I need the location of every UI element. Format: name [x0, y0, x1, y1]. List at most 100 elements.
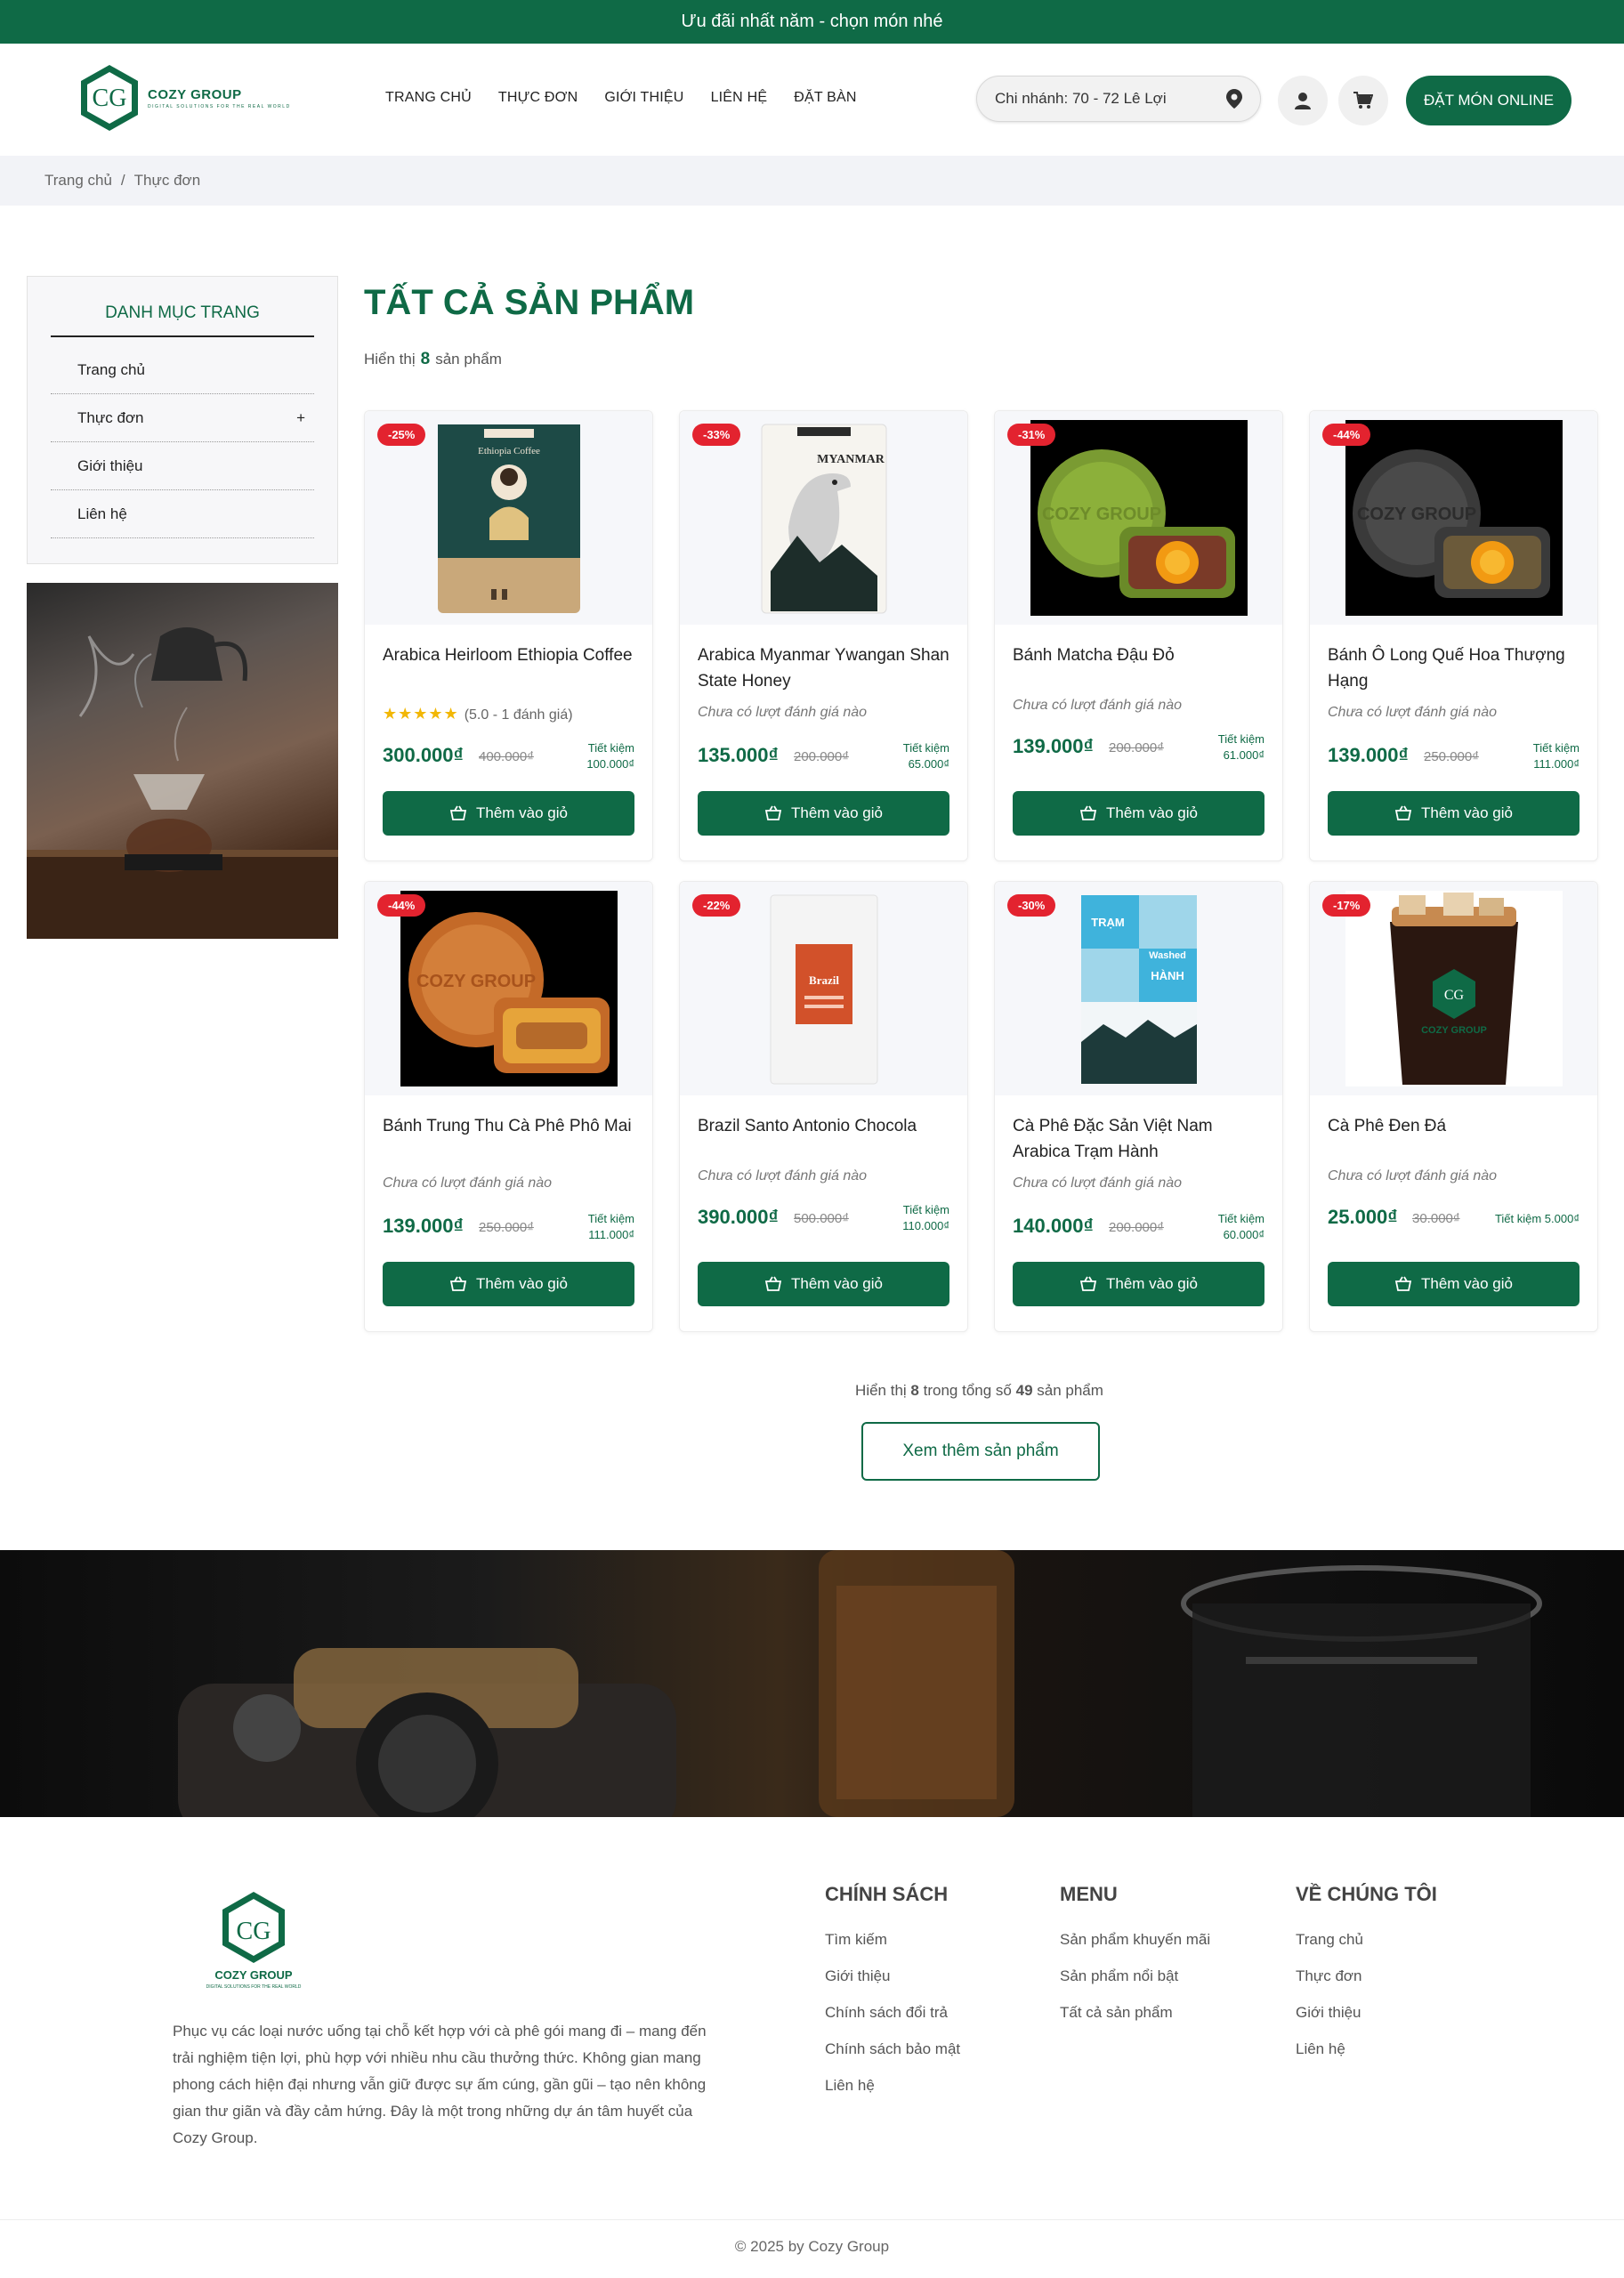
- add-to-cart-button[interactable]: Thêm vào giỏ: [383, 1262, 634, 1306]
- add-to-cart-button[interactable]: Thêm vào giỏ: [383, 791, 634, 836]
- nav-booking[interactable]: ĐẶT BÀN: [794, 90, 856, 106]
- product-price: 300.000₫: [383, 744, 464, 766]
- brand-tagline: DIGITAL SOLUTIONS FOR THE REAL WORLD: [148, 103, 291, 109]
- discount-badge: -17%: [1322, 894, 1371, 917]
- discount-badge: -44%: [1322, 424, 1371, 446]
- product-name[interactable]: Cà Phê Đặc Sản Việt Nam Arabica Trạm Hàn…: [1013, 1113, 1266, 1165]
- cart-button[interactable]: [1338, 76, 1388, 125]
- nav-contact[interactable]: LIÊN HỆ: [711, 90, 768, 106]
- add-to-cart-button[interactable]: Thêm vào giỏ: [1013, 1262, 1264, 1306]
- main-nav: TRANG CHỦ THỰC ĐƠN GIỚI THIỆU LIÊN HỆ ĐẶ…: [385, 90, 857, 106]
- expand-icon[interactable]: +: [296, 409, 305, 427]
- account-button[interactable]: [1278, 76, 1328, 125]
- product-card[interactable]: COZY GROUP -44% Bánh Ô Long Quế Hoa Thượ…: [1309, 410, 1598, 861]
- product-name[interactable]: Bánh Trung Thu Cà Phê Phô Mai: [383, 1113, 636, 1139]
- footer-description: Phục vụ các loại nước uống tại chỗ kết h…: [173, 2023, 707, 2146]
- product-rating: Chưa có lượt đánh giá nào: [1013, 698, 1183, 713]
- sidebar-divider: [51, 335, 314, 337]
- add-to-cart-button[interactable]: Thêm vào giỏ: [698, 791, 949, 836]
- add-to-cart-button[interactable]: Thêm vào giỏ: [698, 1262, 949, 1306]
- branch-text: Chi nhánh: 70 - 72 Lê Lợi: [995, 90, 1167, 107]
- basket-icon: [1394, 1276, 1412, 1291]
- add-to-cart-button[interactable]: Thêm vào giỏ: [1013, 791, 1264, 836]
- svg-text:CG: CG: [237, 1918, 271, 1945]
- savings-text: Tiết kiệm 100.000₫: [586, 741, 634, 771]
- discount-badge: -31%: [1007, 424, 1056, 446]
- footer-heading: MENU: [1060, 1883, 1118, 1905]
- svg-text:COZY GROUP: COZY GROUP: [1421, 1025, 1487, 1036]
- original-price: 200.000₫: [794, 749, 849, 764]
- product-price: 139.000₫: [1328, 744, 1409, 766]
- footer-link[interactable]: Sản phẩm nổi bật: [1060, 1967, 1210, 1985]
- svg-text:COZY GROUP: COZY GROUP: [214, 1968, 292, 1982]
- branch-selector[interactable]: Chi nhánh: 70 - 72 Lê Lợi: [976, 76, 1261, 122]
- product-price: 25.000₫: [1328, 1206, 1398, 1228]
- footer-link[interactable]: Tất cả sản phẩm: [1060, 2004, 1210, 2022]
- footer-link[interactable]: Liên hệ: [825, 2077, 960, 2095]
- brand-logo[interactable]: CG COZY GROUP DIGITAL SOLUTIONS FOR THE …: [78, 63, 291, 133]
- footer-link[interactable]: Giới thiệu: [1296, 2004, 1437, 2022]
- sidebar-item-menu[interactable]: Thực đơn +: [51, 394, 314, 442]
- add-to-cart-button[interactable]: Thêm vào giỏ: [1328, 791, 1580, 836]
- savings-text: Tiết kiệm 110.000₫: [902, 1203, 949, 1232]
- footer-logo[interactable]: CG COZY GROUP DIGITAL SOLUTIONS FOR THE …: [205, 1890, 303, 2001]
- footer-link[interactable]: Chính sách bảo mật: [825, 2040, 960, 2058]
- breadcrumb-separator: /: [120, 172, 125, 189]
- order-online-button[interactable]: ĐẶT MÓN ONLINE: [1406, 76, 1571, 125]
- load-more-button[interactable]: Xem thêm sản phẩm: [861, 1422, 1100, 1481]
- footer-link[interactable]: Chính sách đổi trả: [825, 2004, 960, 2022]
- svg-text:COZY GROUP: COZY GROUP: [416, 972, 535, 991]
- svg-text:DIGITAL SOLUTIONS FOR THE REAL: DIGITAL SOLUTIONS FOR THE REAL WORLD: [206, 1984, 302, 1990]
- sidebar-item-label: Giới thiệu: [77, 456, 143, 474]
- add-to-cart-button[interactable]: Thêm vào giỏ: [1328, 1262, 1580, 1306]
- svg-text:MYANMAR: MYANMAR: [817, 453, 885, 466]
- footer-heading: VỀ CHÚNG TÔI: [1296, 1883, 1437, 1905]
- footer-link[interactable]: Sản phẩm khuyến mãi: [1060, 1931, 1210, 1949]
- product-card[interactable]: Ethiopia Coffee -25% Arabica Heirloom Et…: [364, 410, 653, 861]
- product-name[interactable]: Bánh Ô Long Quế Hoa Thượng Hạng: [1328, 642, 1581, 694]
- nav-home[interactable]: TRANG CHỦ: [385, 90, 472, 106]
- savings-text: Tiết kiệm 111.000₫: [587, 1212, 634, 1241]
- product-rating: Chưa có lượt đánh giá nào: [1013, 1175, 1183, 1191]
- svg-text:TRẠM: TRẠM: [1091, 916, 1125, 929]
- product-rating: Chưa có lượt đánh giá nào: [383, 1175, 553, 1191]
- category-sidebar: DANH MỤC TRANG Trang chủ Thực đơn + Giới …: [27, 276, 338, 564]
- product-card[interactable]: COZY GROUP -44% Bánh Trung Thu Cà Phê Ph…: [364, 881, 653, 1332]
- add-to-cart-label: Thêm vào giỏ: [1106, 1275, 1198, 1292]
- footer-heading: CHÍNH SÁCH: [825, 1883, 949, 1905]
- product-name[interactable]: Bánh Matcha Đậu Đỏ: [1013, 642, 1266, 668]
- product-name[interactable]: Arabica Myanmar Ywangan Shan State Honey: [698, 642, 951, 694]
- sidebar-item-contact[interactable]: Liên hệ: [51, 490, 314, 538]
- sidebar-item-label: Trang chủ: [77, 360, 145, 378]
- original-price: 250.000₫: [1424, 749, 1479, 764]
- footer-about-column: VỀ CHÚNG TÔI Trang chủ Thực đơn Giới thi…: [1296, 1883, 1437, 2077]
- sidebar-item-label: Liên hệ: [77, 505, 127, 522]
- sidebar-item-about[interactable]: Giới thiệu: [51, 442, 314, 490]
- footer-link[interactable]: Giới thiệu: [825, 1967, 960, 1985]
- product-price: 139.000₫: [1013, 735, 1094, 757]
- iced-black-coffee-illustration: CG COZY GROUP: [1345, 891, 1563, 1086]
- breadcrumb-home[interactable]: Trang chủ: [44, 172, 112, 190]
- add-to-cart-label: Thêm vào giỏ: [476, 1275, 568, 1292]
- product-card[interactable]: COZY GROUP -31% Bánh Matcha Đậu Đỏ Chưa …: [994, 410, 1283, 861]
- product-name[interactable]: Arabica Heirloom Ethiopia Coffee: [383, 642, 636, 668]
- footer-policy-column: CHÍNH SÁCH Tìm kiếm Giới thiệu Chính sác…: [825, 1883, 960, 2113]
- product-card[interactable]: MYANMAR -33% Arabica Myanmar Ywangan Sha…: [679, 410, 968, 861]
- footer-link[interactable]: Liên hệ: [1296, 2040, 1437, 2058]
- product-card[interactable]: CG COZY GROUP -17% Cà Phê Đen Đá Chưa có…: [1309, 881, 1598, 1332]
- original-price: 200.000₫: [1109, 740, 1164, 755]
- nav-about[interactable]: GIỚI THIỆU: [604, 90, 683, 106]
- original-price: 250.000₫: [479, 1220, 534, 1235]
- sidebar-title: DANH MỤC TRANG: [105, 303, 260, 322]
- product-card[interactable]: TRẠM Washed HÀNH -30% Cà Phê Đặc Sản Việ…: [994, 881, 1283, 1332]
- footer-link[interactable]: Tìm kiếm: [825, 1931, 960, 1949]
- footer-banner-photo: [0, 1550, 1624, 1817]
- nav-menu[interactable]: THỰC ĐƠN: [498, 90, 578, 106]
- product-name[interactable]: Cà Phê Đen Đá: [1328, 1113, 1581, 1139]
- sidebar-item-home[interactable]: Trang chủ: [51, 346, 314, 394]
- svg-text:CG: CG: [1443, 988, 1464, 1003]
- product-card[interactable]: Brazil -22% Brazil Santo Antonio Chocola…: [679, 881, 968, 1332]
- footer-link[interactable]: Thực đơn: [1296, 1967, 1437, 1985]
- footer-link[interactable]: Trang chủ: [1296, 1931, 1437, 1949]
- product-name[interactable]: Brazil Santo Antonio Chocola: [698, 1113, 951, 1139]
